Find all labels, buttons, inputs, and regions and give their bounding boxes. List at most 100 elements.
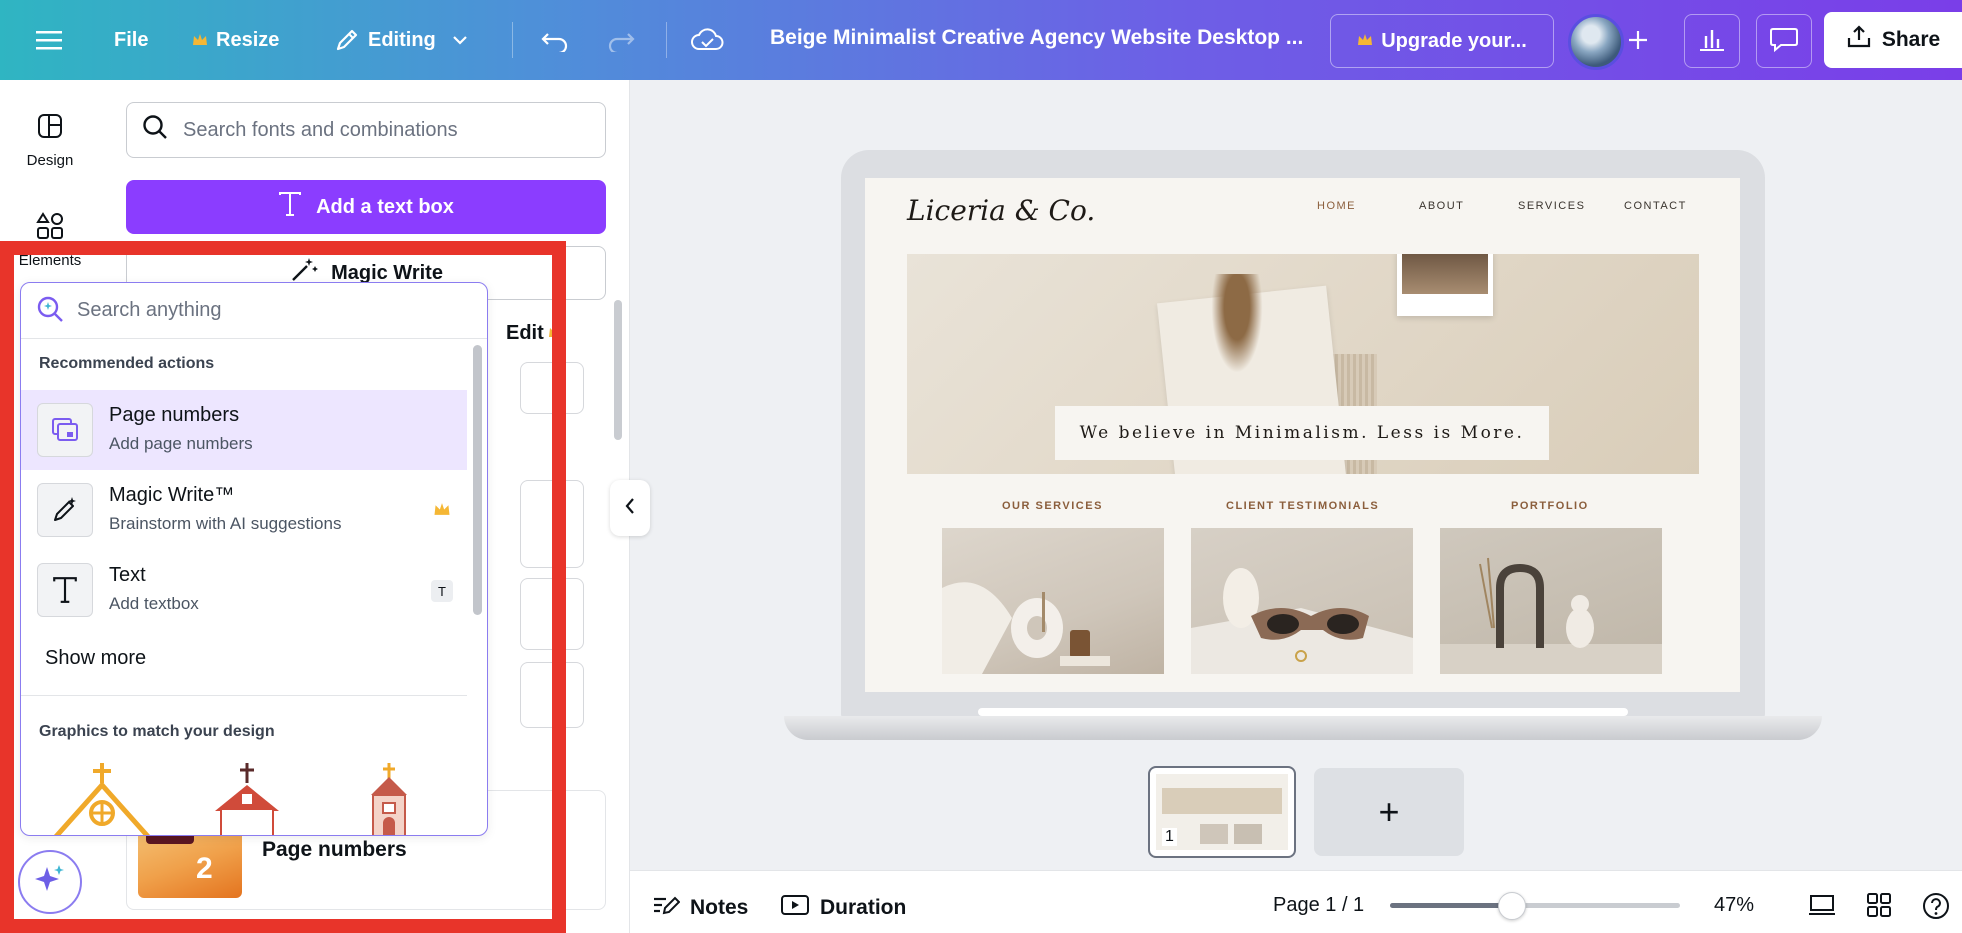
font-search-placeholder: Search fonts and combinations [183, 118, 458, 141]
sparkle-icon [33, 863, 67, 902]
preview-image [1234, 824, 1262, 844]
church-graphic-red[interactable] [207, 761, 287, 835]
hero-polaroid [1397, 254, 1493, 316]
text-icon [37, 563, 93, 617]
action-subtitle: Add page numbers [109, 434, 253, 453]
grid-icon [1866, 893, 1892, 922]
vase-photo [942, 582, 1110, 674]
action-magic-write[interactable]: Magic Write™ Brainstorm with AI suggesti… [21, 470, 467, 550]
invite-plus-button[interactable] [1614, 18, 1662, 66]
add-text-box-button[interactable]: Add a text box [126, 180, 606, 234]
popup-search-input[interactable] [77, 299, 457, 322]
action-page-numbers[interactable]: Page numbers Add page numbers [21, 390, 467, 470]
section-label-testimonials[interactable]: CLIENT TESTIMONIALS [1226, 500, 1379, 512]
portfolio-image[interactable] [1440, 528, 1662, 674]
site-nav-services[interactable]: SERVICES [1518, 200, 1585, 212]
help-icon [1922, 893, 1950, 924]
resize-button[interactable]: Resize [192, 18, 279, 62]
page-thumbnail[interactable]: 1 [1148, 766, 1296, 858]
polaroid-image [1402, 254, 1488, 294]
graphics-heading: Graphics to match your design [39, 723, 275, 740]
page-view-button[interactable] [1808, 892, 1836, 923]
action-text[interactable]: Text Add textbox T [21, 550, 467, 630]
site-nav-about[interactable]: ABOUT [1419, 200, 1464, 212]
panel-scrollbar[interactable] [614, 300, 622, 440]
shapes-icon [36, 212, 64, 244]
top-toolbar: File Resize Editing Beige Minimalist Cre… [0, 0, 1962, 80]
hero-caption[interactable]: We believe in Minimalism. Less is More. [1055, 406, 1549, 460]
sunglasses-photo [1191, 568, 1413, 674]
plus-icon [1627, 25, 1649, 59]
website-design-page[interactable]: Liceria & Co. HOME ABOUT SERVICES CONTAC… [865, 178, 1740, 692]
rail-label-design: Design [26, 152, 74, 169]
site-nav-home[interactable]: HOME [1317, 200, 1356, 212]
search-icon [141, 113, 169, 147]
resize-label: Resize [216, 28, 280, 51]
undo-button[interactable] [540, 18, 570, 62]
quick-actions-popup: Recommended actions Page numbers Add pag… [20, 282, 488, 836]
duration-button[interactable]: Duration [780, 893, 906, 923]
church-graphic-pink[interactable] [349, 761, 429, 835]
crown-icon [1357, 30, 1373, 53]
popup-search[interactable] [21, 283, 487, 339]
keyboard-shortcut: T [431, 580, 453, 602]
hero-dried-flower [1207, 274, 1267, 384]
church-graphic-yellow[interactable] [37, 761, 167, 835]
site-nav-contact[interactable]: CONTACT [1624, 200, 1687, 212]
magic-search-icon [35, 293, 65, 328]
show-more-link[interactable]: Show more [45, 647, 146, 670]
page-indicator[interactable]: Page 1 / 1 [1273, 894, 1364, 917]
cloud-save-status[interactable] [690, 18, 724, 62]
add-page-button[interactable]: + [1314, 768, 1464, 856]
share-label: Share [1881, 28, 1941, 51]
page-numbers-icon [37, 403, 93, 457]
crown-icon [433, 502, 451, 520]
upgrade-label: Upgrade your... [1381, 29, 1527, 52]
collapse-panel-button[interactable] [610, 480, 650, 536]
popup-scrollbar-thumb[interactable] [473, 345, 482, 615]
testimonials-image[interactable] [1191, 528, 1413, 674]
services-image[interactable] [942, 528, 1164, 674]
rail-item-design[interactable]: Design [0, 112, 100, 169]
laptop-base [784, 716, 1822, 740]
menu-button[interactable] [36, 18, 62, 62]
add-page-label: + [1378, 791, 1400, 832]
grid-view-button[interactable] [1866, 892, 1892, 923]
hero-image[interactable]: We believe in Minimalism. Less is More. [907, 254, 1699, 474]
upgrade-button[interactable]: Upgrade your... [1330, 14, 1554, 68]
comments-button[interactable] [1756, 14, 1812, 68]
share-button[interactable]: Share [1824, 12, 1962, 68]
font-search-input[interactable]: Search fonts and combinations [126, 102, 606, 158]
insights-button[interactable] [1684, 14, 1740, 68]
document-title[interactable]: Beige Minimalist Creative Agency Website… [770, 26, 1303, 50]
help-button[interactable] [1922, 892, 1950, 925]
redo-icon [606, 28, 636, 52]
preview-hero [1162, 788, 1282, 814]
site-logo[interactable]: Liceria & Co. [907, 194, 1095, 227]
zoom-percentage[interactable]: 47% [1714, 894, 1754, 917]
upload-share-icon [1846, 24, 1872, 56]
file-label: File [114, 28, 149, 51]
redo-button[interactable] [606, 18, 636, 62]
recommended-actions-heading: Recommended actions [39, 355, 215, 372]
notes-button[interactable]: Notes [652, 893, 748, 923]
pencil-icon [334, 27, 360, 53]
laptop-hinge [978, 708, 1628, 716]
zoom-slider-fill [1390, 903, 1512, 908]
notes-icon [652, 893, 681, 923]
play-timer-icon [780, 893, 810, 923]
editing-mode-dropdown[interactable]: Editing [334, 18, 468, 62]
slides-icon [1808, 895, 1836, 922]
action-subtitle: Add textbox [109, 594, 199, 613]
section-label-services[interactable]: OUR SERVICES [1002, 500, 1103, 512]
file-menu-button[interactable]: File [114, 18, 148, 62]
comment-icon [1769, 25, 1799, 58]
text-t-icon [278, 191, 302, 223]
magic-assistant-button[interactable] [18, 850, 82, 914]
action-title: Page numbers [109, 404, 240, 426]
preview-image [1200, 824, 1228, 844]
zoom-slider-thumb[interactable] [1497, 892, 1526, 920]
undo-icon [540, 28, 570, 52]
section-label-portfolio[interactable]: PORTFOLIO [1511, 500, 1589, 512]
editing-label: Editing [368, 28, 436, 51]
